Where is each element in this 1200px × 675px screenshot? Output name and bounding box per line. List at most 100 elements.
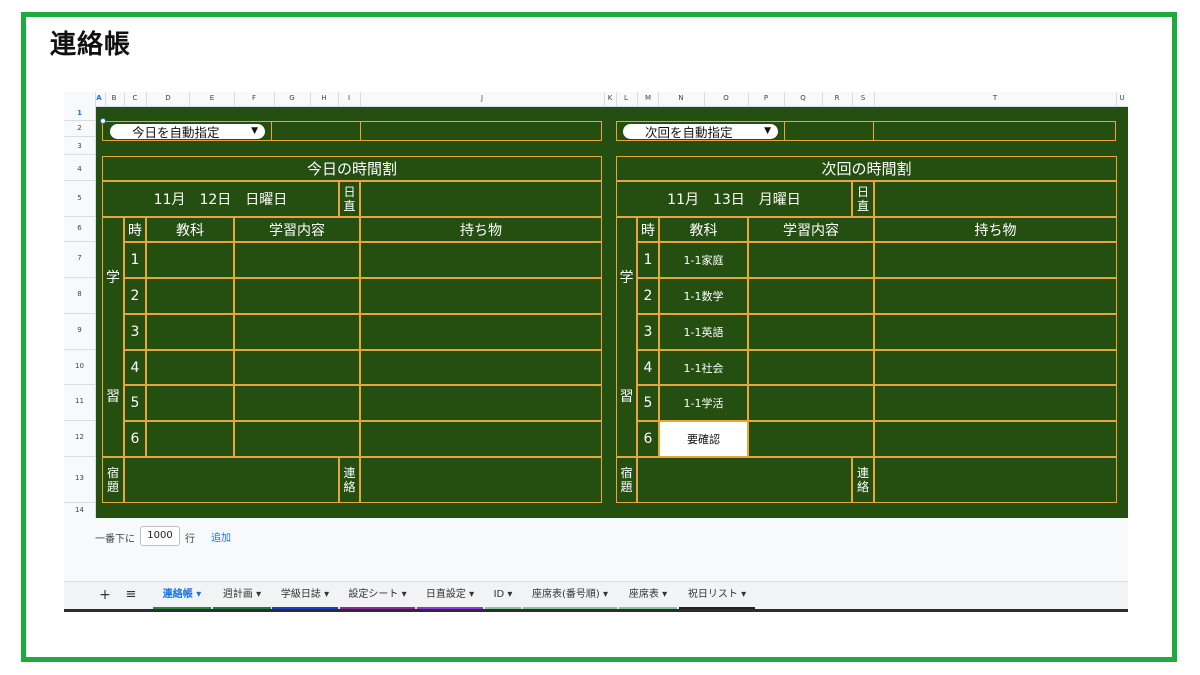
column-header-t[interactable]: T [993, 94, 997, 102]
next-period-subject-needs-check[interactable]: 要確認 [659, 421, 748, 457]
column-header-p[interactable]: P [764, 94, 768, 102]
today-period-items[interactable] [360, 278, 602, 314]
row-header-10[interactable]: 10 [64, 362, 95, 370]
today-period-content[interactable] [234, 385, 360, 421]
today-period-content[interactable] [234, 421, 360, 457]
tab-zasekihyo-bango[interactable]: 座席表(番号順) ▾ [523, 582, 617, 610]
today-notice-value[interactable] [360, 457, 602, 503]
next-period-content[interactable] [748, 314, 874, 350]
today-period-items[interactable] [360, 385, 602, 421]
next-auto-dropdown[interactable]: 次回を自動指定 ▼ [623, 124, 778, 140]
caret-down-icon: ▼ [764, 126, 771, 136]
row-header-4[interactable]: 4 [64, 165, 95, 173]
row-header-9[interactable]: 9 [64, 326, 95, 334]
tab-zasekihyo[interactable]: 座席表 ▾ [619, 582, 677, 610]
row-header-12[interactable]: 12 [64, 433, 95, 441]
next-period-items[interactable] [874, 421, 1117, 457]
tab-shukeikaku[interactable]: 週計画 ▾ [213, 582, 271, 610]
today-period-items[interactable] [360, 314, 602, 350]
tab-id[interactable]: ID ▾ [485, 582, 521, 610]
column-header-a[interactable]: A [96, 94, 101, 102]
today-period-content[interactable] [234, 350, 360, 385]
column-header-m[interactable]: M [645, 94, 651, 102]
column-header-s[interactable]: S [861, 94, 865, 102]
today-period-content[interactable] [234, 278, 360, 314]
next-period-items[interactable] [874, 314, 1117, 350]
next-side-label: 学 習 [616, 217, 637, 457]
next-period-content[interactable] [748, 385, 874, 421]
tab-renrakucho[interactable]: 連絡帳 ▾ [153, 582, 211, 610]
tab-gakkyu-nisshi[interactable]: 学級日誌 ▾ [272, 582, 338, 610]
next-period-content[interactable] [748, 421, 874, 457]
next-period-subject[interactable]: 1-1数学 [659, 278, 748, 314]
column-header-j[interactable]: J [481, 94, 483, 102]
today-period-content[interactable] [234, 242, 360, 278]
column-header-n[interactable]: N [678, 94, 683, 102]
row-header-1[interactable]: 1 [64, 109, 95, 117]
today-period-subject[interactable] [146, 350, 234, 385]
next-period-items[interactable] [874, 350, 1117, 385]
today-period-items[interactable] [360, 242, 602, 278]
column-header-q[interactable]: Q [800, 94, 806, 102]
today-period-num: 1 [124, 242, 146, 278]
next-period-items[interactable] [874, 278, 1117, 314]
column-header-u[interactable]: U [1119, 94, 1124, 102]
today-period-subject[interactable] [146, 314, 234, 350]
row-header-7[interactable]: 7 [64, 254, 95, 262]
plus-icon[interactable]: + [96, 582, 114, 608]
next-period-subject[interactable]: 1-1家庭 [659, 242, 748, 278]
column-header-o[interactable]: O [723, 94, 729, 102]
column-header-b[interactable]: B [112, 94, 117, 102]
row-header-2[interactable]: 2 [64, 124, 95, 132]
add-rows-count-input[interactable]: 1000 [140, 526, 180, 546]
row-header-6[interactable]: 6 [64, 224, 95, 232]
tab-shukujitsu-list[interactable]: 祝日リスト ▾ [679, 582, 755, 610]
column-header-r[interactable]: R [835, 94, 840, 102]
column-header-e[interactable]: E [210, 94, 214, 102]
list-icon[interactable]: ≡ [122, 582, 140, 608]
today-period-subject[interactable] [146, 421, 234, 457]
today-auto-dropdown[interactable]: 今日を自動指定 ▼ [110, 124, 265, 140]
today-period-items[interactable] [360, 421, 602, 457]
next-notice-value[interactable] [874, 457, 1117, 503]
row-header-5[interactable]: 5 [64, 194, 95, 202]
today-period-subject[interactable] [146, 385, 234, 421]
next-period-items[interactable] [874, 242, 1117, 278]
tab-settei-sheet[interactable]: 設定シート ▾ [340, 582, 415, 610]
row-header-8[interactable]: 8 [64, 290, 95, 298]
next-period-content[interactable] [748, 350, 874, 385]
today-period-content[interactable] [234, 314, 360, 350]
column-header-g[interactable]: G [289, 94, 294, 102]
today-period-items[interactable] [360, 350, 602, 385]
today-period-subject[interactable] [146, 242, 234, 278]
column-header-i[interactable]: I [348, 94, 350, 102]
today-period-subject[interactable] [146, 278, 234, 314]
today-homework-value[interactable] [124, 457, 339, 503]
today-nicchoku-value[interactable] [360, 181, 602, 217]
row-header-14[interactable]: 14 [64, 506, 95, 514]
row-header-11[interactable]: 11 [64, 397, 95, 405]
add-rows-button[interactable]: 追加 [211, 529, 231, 544]
today-header-subject: 教科 [146, 217, 234, 242]
next-period-items[interactable] [874, 385, 1117, 421]
column-header-l[interactable]: L [624, 94, 628, 102]
tab-nicchoku-settei[interactable]: 日直設定 ▾ [417, 582, 483, 610]
row-header-13[interactable]: 13 [64, 474, 95, 482]
column-header-f[interactable]: F [252, 94, 256, 102]
next-period-subject[interactable]: 1-1社会 [659, 350, 748, 385]
next-selector-cell-2[interactable] [784, 121, 874, 141]
next-period-subject[interactable]: 1-1学活 [659, 385, 748, 421]
column-header-k[interactable]: K [608, 94, 613, 102]
selection-handle[interactable] [100, 118, 106, 124]
column-header-c[interactable]: C [133, 94, 138, 102]
next-period-content[interactable] [748, 242, 874, 278]
column-header-h[interactable]: H [321, 94, 326, 102]
column-header-d[interactable]: D [165, 94, 170, 102]
next-period-subject[interactable]: 1-1英語 [659, 314, 748, 350]
next-period-content[interactable] [748, 278, 874, 314]
next-homework-value[interactable] [637, 457, 852, 503]
next-nicchoku-value[interactable] [874, 181, 1117, 217]
today-selector-cell-2[interactable] [271, 121, 361, 141]
next-period-num: 2 [637, 278, 659, 314]
row-header-3[interactable]: 3 [64, 142, 95, 150]
